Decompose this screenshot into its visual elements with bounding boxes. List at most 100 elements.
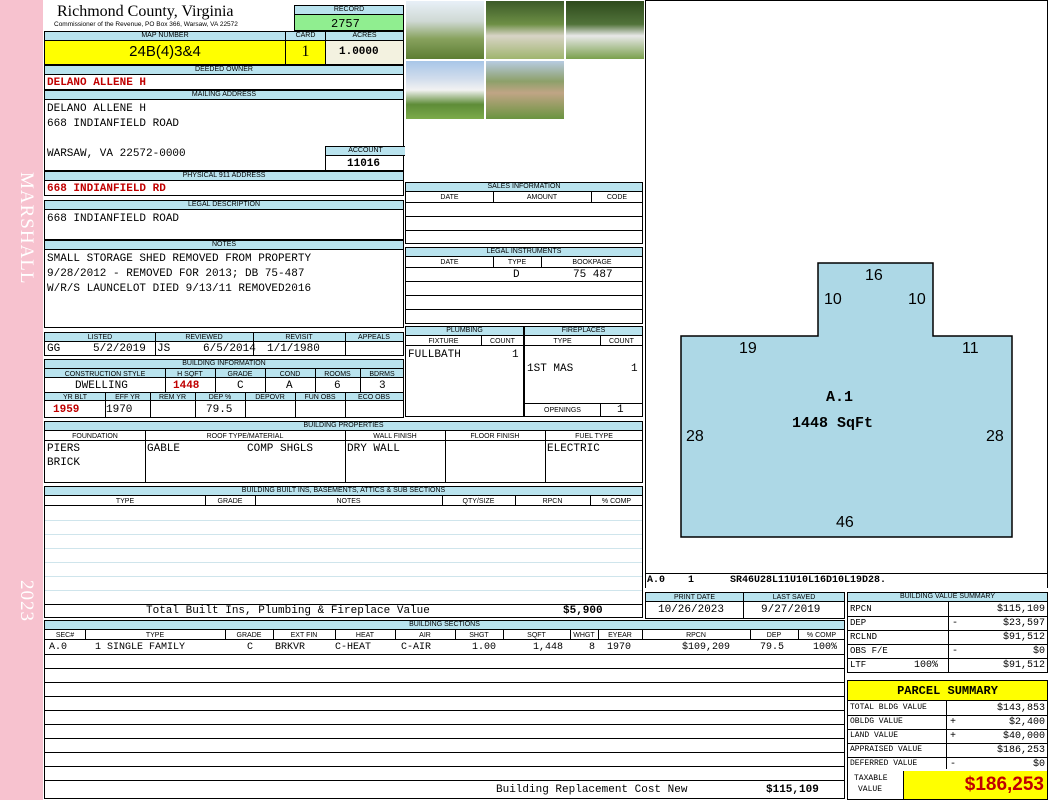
- parcel-summary-label: PARCEL SUMMARY: [848, 681, 1047, 701]
- sec-eyear-header: EYEAR: [608, 632, 632, 639]
- effyr-header: EFF YR: [115, 394, 140, 401]
- floor-header: FLOOR FINISH: [470, 433, 520, 440]
- building-sections-box: BUILDING SECTIONS SEC# TYPE GRADE EXT FI…: [44, 620, 845, 799]
- legal-bookpage-value: 75 487: [573, 269, 613, 281]
- sec-shgt: 1.00: [472, 642, 497, 653]
- dim-notch-left: 10: [824, 291, 842, 308]
- deeded-owner-label: DEEDED OWNER: [45, 66, 403, 75]
- obs-label: OBS F/E: [850, 646, 888, 656]
- built-ins-label: BUILDING BUILT INS, BASEMENTS, ATTICS & …: [45, 487, 642, 496]
- physical-address-label: PHYSICAL 911 ADDRESS: [45, 172, 403, 181]
- fireplace-type-header: TYPE: [553, 338, 572, 345]
- land-value: $40,000: [1002, 731, 1045, 742]
- fuel-header: FUEL TYPE: [575, 433, 613, 440]
- obs-value: $0: [1032, 646, 1045, 657]
- cond-header: COND: [279, 371, 301, 378]
- dates-box: PRINT DATE LAST SAVED 10/26/2023 9/27/20…: [645, 592, 845, 619]
- building-properties-box: BUILDING PROPERTIES FOUNDATION ROOF TYPE…: [44, 421, 643, 483]
- total-bldg-value: $143,853: [996, 703, 1045, 714]
- deeded-owner-value: DELANO ALLENE H: [47, 77, 147, 89]
- fixture-value: FULLBATH: [408, 349, 461, 361]
- sec-rpcn: $109,209: [682, 642, 731, 653]
- ltf-pct: 100%: [914, 660, 939, 671]
- style-header: CONSTRUCTION STYLE: [64, 371, 146, 378]
- reviewed-label: REVIEWED: [185, 334, 223, 341]
- fixture-header: FIXTURE: [428, 338, 459, 345]
- mailing-address-label: MAILING ADDRESS: [45, 91, 403, 100]
- acres-value: 1.0000: [339, 46, 379, 58]
- wall-header: WALL FINISH: [373, 433, 417, 440]
- sec-rpcn-header: RPCN: [686, 632, 706, 639]
- obldg-value: $2,400: [1008, 717, 1045, 728]
- sec-dep: 79.5: [760, 642, 785, 653]
- plumbing-box: PLUMBING FIXTURE COUNT FULLBATH 1: [405, 326, 524, 417]
- dep-label: DEP: [850, 618, 867, 628]
- sec-heat-header: HEAT: [355, 632, 375, 639]
- mailing-address-box: MAILING ADDRESS DELANO ALLENE H 668 INDI…: [44, 90, 405, 171]
- sketch-sqft-label: 1448 SqFt: [792, 415, 874, 432]
- foundation-header: FOUNDATION: [72, 433, 118, 440]
- heated-sqft: 1448: [173, 380, 200, 392]
- builtin-notes-header: NOTES: [336, 498, 361, 505]
- physical-address-value: 668 INDIANFIELD RD: [47, 183, 166, 195]
- fireplace-type: 1ST MAS: [527, 363, 574, 375]
- card-label: CARD: [286, 32, 325, 41]
- map-number-value: 24B(4)3&4: [129, 43, 201, 60]
- sketch-section-num: 1: [688, 575, 695, 586]
- construction-style: DWELLING: [75, 380, 128, 392]
- account-label: ACCOUNT: [326, 147, 405, 156]
- dim-notch-right: 10: [908, 291, 926, 308]
- dim-left-top: 19: [739, 340, 757, 357]
- record-value: 2757: [331, 17, 360, 31]
- sec-whgt-header: WHGT: [573, 632, 595, 639]
- listing-box: LISTED REVIEWED REVISIT APPEALS GG 5/2/2…: [44, 332, 404, 356]
- replacement-label: Building Replacement Cost New: [496, 784, 688, 796]
- foundation-2: BRICK: [47, 457, 81, 469]
- mailing-line-2: 668 INDIANFIELD ROAD: [47, 118, 180, 130]
- parcel-summary-box: PARCEL SUMMARY TOTAL BLDG VALUE $143,853…: [847, 680, 1048, 800]
- listed-by: GG: [47, 343, 61, 355]
- builtin-qty-header: QTY/SIZE: [462, 498, 495, 505]
- roof-header: ROOF TYPE/MATERIAL: [206, 433, 284, 440]
- year-built: 1959: [53, 404, 80, 416]
- grade-header: GRADE: [227, 371, 253, 378]
- legal-type-value: D: [513, 269, 520, 281]
- reviewed-date: 6/5/2014: [203, 343, 256, 355]
- notes-line-2: 9/28/2012 - REMOVED FOR 2013; DB 75-487: [47, 268, 305, 280]
- grade-value: C: [237, 380, 244, 392]
- sketch-area: A.1 1448 SqFt 16 10 10 19 11 28 28 46 A.…: [645, 0, 1048, 588]
- builtins-total-value: $5,900: [563, 605, 603, 617]
- dim-bottom: 46: [836, 514, 854, 531]
- builtins-total-label: Total Built Ins, Plumbing & Fireplace Va…: [146, 605, 430, 617]
- fireplaces-label: FIREPLACES: [525, 327, 642, 336]
- photo-2: [485, 0, 565, 60]
- year-label: 2023: [16, 580, 37, 622]
- photo-1: [405, 0, 485, 60]
- plumbing-label: PLUMBING: [406, 327, 523, 336]
- legal-description-value: 668 INDIANFIELD ROAD: [47, 213, 180, 225]
- building-sections-label: BUILDING SECTIONS: [45, 621, 844, 630]
- record-box: RECORD 2757: [294, 5, 404, 31]
- deferred-sign: -: [950, 759, 957, 770]
- photo-5: [485, 60, 565, 120]
- funobs-header: FUN OBS: [304, 394, 336, 401]
- deeded-owner-box: DEEDED OWNER DELANO ALLENE H: [44, 65, 404, 90]
- ltf-label: LTF: [850, 660, 867, 670]
- ecoobs-header: ECO OBS: [358, 394, 390, 401]
- appeals-label: APPEALS: [358, 334, 390, 341]
- taxable-label-2: VALUE: [858, 785, 883, 794]
- sec-air-header: AIR: [419, 632, 431, 639]
- total-bldg-label: TOTAL BLDG VALUE: [850, 703, 927, 712]
- building-properties-label: BUILDING PROPERTIES: [45, 422, 642, 431]
- land-label: LAND VALUE: [850, 731, 899, 740]
- sec-value: A.0: [49, 642, 68, 653]
- sales-amount-header: AMOUNT: [526, 194, 558, 201]
- notes-box: NOTES SMALL STORAGE SHED REMOVED FROM PR…: [44, 240, 404, 328]
- revisit-date: 1/1/1980: [267, 343, 320, 355]
- sketch-path: SR46U28L11U10L16D10L19D28.: [730, 575, 887, 586]
- builtin-comp-header: % COMP: [601, 498, 632, 505]
- sales-info-box: SALES INFORMATION DATE AMOUNT CODE: [405, 182, 643, 244]
- plumbing-count-header: COUNT: [490, 338, 515, 345]
- value-summary-box: BUILDING VALUE SUMMARY RPCN $115,109 DEP…: [847, 592, 1048, 673]
- dim-left: 28: [686, 428, 704, 445]
